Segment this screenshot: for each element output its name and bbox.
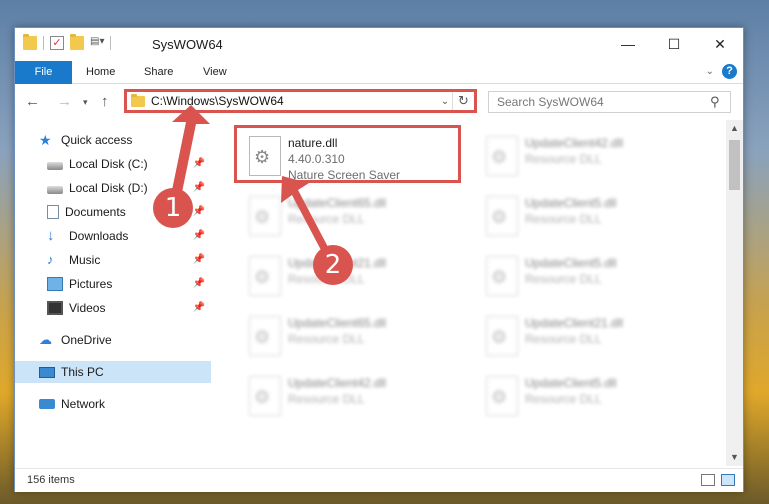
arrow-2-shape bbox=[281, 176, 328, 252]
step-1-badge: 1 bbox=[153, 188, 193, 228]
callout-arrows bbox=[170, 105, 328, 252]
step-2-badge: 2 bbox=[313, 245, 353, 285]
